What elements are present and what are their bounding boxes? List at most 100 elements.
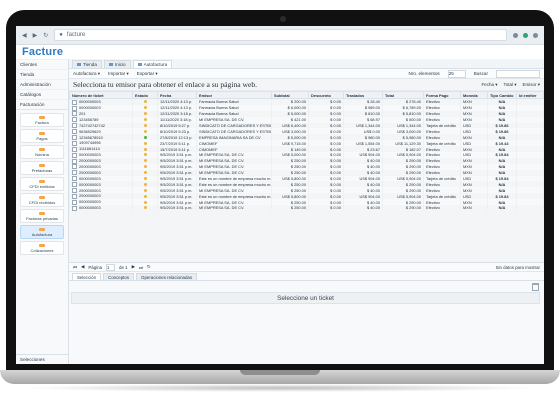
tab-inicio[interactable]: Inicio — [103, 60, 131, 68]
table-cell: 9/5/2019 3:51 p.m. — [157, 175, 197, 182]
row-checkbox[interactable] — [72, 140, 77, 146]
row-checkbox[interactable] — [72, 193, 77, 199]
sort-fecha[interactable]: Fecha ▾ — [481, 82, 497, 88]
col-descuento[interactable]: Descuento — [308, 91, 344, 99]
row-checkbox[interactable] — [72, 199, 77, 205]
autofactura-menu[interactable]: Autofactura ▾ — [73, 71, 100, 77]
extension-icon[interactable] — [513, 32, 518, 38]
status-dot — [143, 100, 147, 104]
row-checkbox[interactable] — [72, 129, 77, 135]
sort-total[interactable]: Total ▾ — [503, 82, 516, 88]
row-checkbox[interactable] — [72, 123, 77, 129]
row-checkbox[interactable] — [72, 105, 77, 111]
page-size-select[interactable]: 25 — [447, 69, 466, 78]
sidebar-item-cfdi-emitidos[interactable]: CFDI emitidos — [20, 177, 64, 191]
row-checkbox[interactable] — [72, 176, 77, 182]
col-moneda[interactable]: Moneda — [460, 91, 488, 99]
sidebar-menu-item[interactable]: Administración — [16, 79, 68, 89]
menu-icon[interactable] — [533, 32, 538, 38]
status-dot — [143, 124, 147, 127]
status-dot — [143, 159, 147, 163]
table-cell: EMPRESA IMAGINARIA SA DE CV — [196, 134, 272, 141]
col-ticket[interactable]: Número de ticket — [69, 91, 133, 99]
row-checkbox[interactable] — [72, 135, 77, 141]
prefactura-icon — [39, 163, 45, 167]
forward-icon[interactable]: ▶ — [33, 32, 38, 39]
row-checkbox[interactable] — [72, 205, 77, 211]
status-dot — [143, 141, 147, 145]
next-page-icon[interactable]: ▶ — [132, 264, 135, 270]
reload-icon[interactable]: ↻ — [43, 32, 48, 39]
row-checkbox[interactable] — [72, 99, 77, 105]
table-cell: MI EMPRESA SA. DE CV. — [196, 205, 272, 211]
quote-icon — [39, 243, 45, 247]
table-cell: 9/5/2019 3:51 p.m. — [157, 205, 197, 211]
col-total[interactable]: Total — [382, 91, 424, 99]
import-menu[interactable]: Importar ▾ — [108, 71, 129, 77]
invoice-icon — [39, 115, 45, 119]
banner-title: Selecciona tu emisor para obtener el enl… — [73, 80, 258, 89]
sidebar-menu-item[interactable]: Tienda — [16, 69, 68, 79]
sidebar-item-cfdi-recibidos[interactable]: CFDI recibidos — [20, 193, 64, 207]
address-bar[interactable]: ● facture — [54, 29, 507, 41]
row-checkbox[interactable] — [72, 158, 77, 164]
tab-operaciones[interactable]: Operaciones relacionadas — [136, 273, 198, 280]
back-icon[interactable]: ◀ — [22, 32, 27, 39]
last-page-icon[interactable]: ⏭ — [139, 265, 143, 270]
row-checkbox[interactable] — [72, 152, 77, 158]
row-checkbox[interactable] — [72, 117, 77, 123]
tab-conceptos[interactable]: Conceptos — [103, 273, 135, 280]
table-cell: 9/5/2019 3:51 p.m. — [157, 163, 197, 170]
sidebar-item-facturas-privadas[interactable]: Facturas privadas — [20, 209, 64, 223]
page-label: Página — [88, 264, 103, 270]
col-estado[interactable]: Estado — [132, 91, 158, 99]
laptop-frame: ◀ ▶ ↻ ● facture Facture App Clientes Tie… — [6, 10, 554, 370]
sidebar-item-factura[interactable]: Factura — [20, 113, 64, 127]
sidebar-menu-item[interactable]: Facturación — [16, 99, 68, 109]
page-input[interactable]: 1 — [106, 263, 116, 271]
status-dot — [143, 147, 147, 151]
row-checkbox[interactable] — [72, 170, 77, 176]
sidebar-item-prefacturas[interactable]: Prefacturas — [20, 161, 64, 175]
table-row[interactable]: 0000000003 9/5/2019 3:51 p.m. MI EMPRESA S… — [69, 205, 544, 211]
row-checkbox[interactable] — [72, 146, 77, 152]
autofactura-tab-icon — [137, 63, 142, 66]
col-fecha[interactable]: Fecha — [157, 91, 197, 99]
table-cell — [516, 205, 544, 211]
sidebar-item-cotizaciones[interactable]: Cotizaciones — [20, 241, 64, 255]
sidebar-menu-item[interactable]: Clientes — [16, 59, 68, 69]
first-page-icon[interactable]: ⏮ — [73, 265, 77, 270]
row-checkbox[interactable] — [72, 164, 77, 170]
prev-page-icon[interactable]: ◀ — [81, 264, 84, 270]
sort-emisor[interactable]: Emisor ▾ — [522, 82, 540, 88]
lock-icon: ● — [59, 32, 63, 38]
col-id-emitter[interactable]: Id emitter — [516, 91, 544, 99]
refresh-icon[interactable]: ↻ — [147, 264, 151, 270]
col-subtotal[interactable]: Subtotal — [271, 91, 309, 99]
private-invoice-icon — [39, 211, 45, 215]
tab-seleccion[interactable]: Selección — [72, 273, 102, 280]
col-traslados[interactable]: Traslados — [343, 91, 383, 99]
table-cell: 12/11/2020 3:18 p. — [157, 110, 197, 117]
col-tipo-cambio[interactable]: Tipo Cambio — [487, 91, 517, 99]
sidebar-item-autofactura[interactable]: Autofactura — [20, 225, 64, 239]
search-input[interactable] — [496, 69, 540, 78]
payroll-icon — [39, 147, 45, 151]
row-checkbox[interactable] — [72, 182, 77, 188]
col-forma-pago[interactable]: Forma Pago — [423, 91, 461, 99]
profile-icon[interactable] — [523, 32, 528, 38]
trash-icon[interactable] — [532, 283, 539, 291]
sidebar-footer[interactable]: Selecciones — [16, 354, 68, 364]
tab-tienda[interactable]: Tienda — [72, 60, 102, 68]
row-checkbox[interactable] — [72, 188, 77, 194]
row-checkbox[interactable] — [72, 111, 77, 117]
export-menu[interactable]: Exportar ▾ — [137, 71, 158, 77]
sidebar-item-pagos[interactable]: Pagos — [20, 129, 64, 143]
page-size-label: Nro. elementos — [408, 71, 440, 76]
instruction-banner: Selecciona tu emisor para obtener el enl… — [69, 79, 544, 91]
sidebar-item-nomina[interactable]: Nómina — [20, 145, 64, 159]
table-cell: 12/11/2020 4:13 p. — [157, 98, 197, 105]
col-emisor[interactable]: Emisor — [196, 91, 272, 99]
sidebar-menu-item[interactable]: Catálogos — [16, 89, 68, 99]
tab-autofactura[interactable]: Autofactura — [132, 60, 173, 68]
